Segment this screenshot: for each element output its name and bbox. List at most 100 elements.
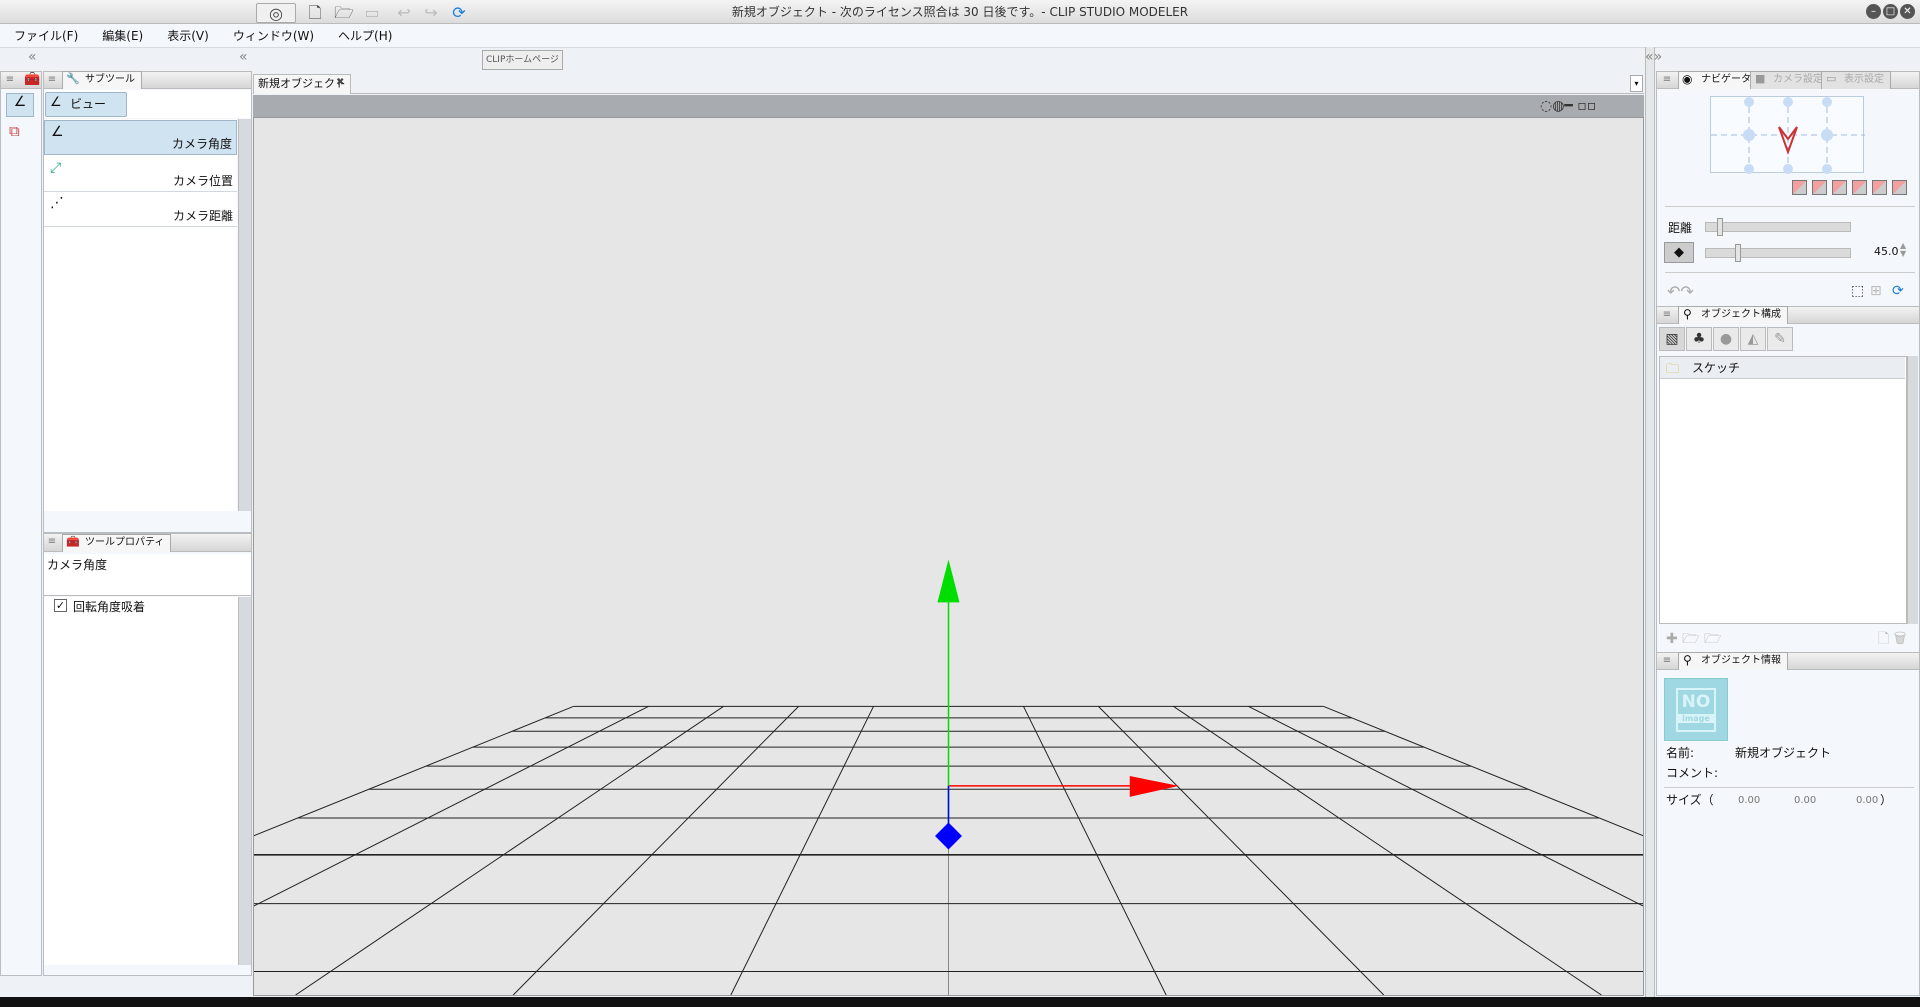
tool-property-scrollbar[interactable] <box>238 597 251 965</box>
divider <box>1665 272 1915 273</box>
view-front-button[interactable] <box>1792 180 1807 195</box>
view-left-button[interactable] <box>1832 180 1847 195</box>
reset-camera-icon[interactable]: ⟳ <box>448 3 470 23</box>
view-right-button[interactable] <box>1852 180 1867 195</box>
tool-property-icon: 🧰 <box>66 535 80 548</box>
object-tool-icon[interactable]: ⧉ <box>9 122 20 140</box>
panel-menu-icon[interactable]: ≡ <box>1660 73 1674 87</box>
grid-line-depth <box>1023 706 1166 995</box>
save-icon[interactable]: ▭ <box>361 3 383 23</box>
menu-view[interactable]: 表示(V) <box>165 27 211 44</box>
divider <box>1664 787 1914 788</box>
collapse-left-icon[interactable]: « <box>28 49 37 65</box>
subtool-item-camera-angle[interactable]: ∠ カメラ角度 <box>44 120 237 155</box>
fit-view-icon[interactable]: ⬚ <box>1851 283 1864 299</box>
tab-object-info[interactable]: オブジェクト情報 <box>1678 652 1788 670</box>
minimize-button[interactable]: – <box>1866 4 1881 19</box>
no-image-text: NO <box>1681 692 1711 712</box>
rotation-snap-label: 回転角度吸着 <box>73 600 146 614</box>
grid-line-depth <box>254 706 574 835</box>
menu-edit[interactable]: 編集(E) <box>100 27 145 44</box>
object-delete-icons[interactable]: 🗋 🗑 <box>1878 628 1906 652</box>
sketch-icon[interactable]: ▧ <box>1659 327 1685 351</box>
angle-value[interactable]: 45.0 <box>1874 245 1899 258</box>
distance-slider[interactable] <box>1705 218 1851 236</box>
angle-slider-thumb[interactable] <box>1735 244 1741 262</box>
object-list-actions[interactable]: ✚ 🗁 🗁 <box>1666 628 1721 652</box>
perspective-button[interactable]: ◆ <box>1664 242 1694 263</box>
tab-list-dropdown[interactable]: ▾ <box>1630 75 1643 92</box>
angle-slider[interactable] <box>1705 244 1851 262</box>
panel-menu-icon[interactable]: ≡ <box>1660 308 1674 322</box>
subtool-scrollbar[interactable] <box>238 119 251 511</box>
object-item-sketch[interactable]: スケッチ <box>1660 357 1905 379</box>
name-value[interactable]: 新規オブジェクト <box>1735 744 1831 761</box>
open-folder-icon[interactable]: 🗁 <box>333 3 355 23</box>
light-icon[interactable]: ◭ <box>1740 327 1766 351</box>
camera-angle-icon: ∠ <box>50 95 62 110</box>
x-axis-arrow[interactable] <box>1129 776 1179 797</box>
new-file-icon[interactable]: 🗋 <box>304 3 326 23</box>
grid-line-depth <box>513 706 798 995</box>
camera-angle-icon: ∠ <box>51 124 64 140</box>
navigator-preview[interactable] <box>1710 96 1865 174</box>
view-tool-icon[interactable]: ∠ <box>6 93 34 117</box>
menu-file[interactable]: ファイル(F) <box>12 27 80 44</box>
tree-icon[interactable]: ♣ <box>1686 327 1712 351</box>
view-top-button[interactable] <box>1872 180 1887 195</box>
origin-handle[interactable] <box>935 822 962 850</box>
grid-line-depth <box>296 706 724 995</box>
sphere-icon[interactable]: ● <box>1713 327 1739 351</box>
camera-position-icon: ⤢ <box>50 160 62 176</box>
clip-homepage-button[interactable]: CLIPホームページ <box>482 50 563 70</box>
clip-studio-button[interactable]: ◎ <box>256 3 296 23</box>
menu-window[interactable]: ウィンドウ(W) <box>231 27 316 44</box>
size-label: サイズ（ <box>1666 793 1714 807</box>
maximize-button[interactable]: □ <box>1883 4 1898 19</box>
undo-icon[interactable]: ↩ <box>393 3 415 23</box>
viewport-mode-icons[interactable]: ◌◍━ ▫▫ <box>1540 98 1596 114</box>
close-tab-icon[interactable]: ✖ <box>336 77 344 88</box>
view-bottom-button[interactable] <box>1892 180 1907 195</box>
rotation-snap-checkbox[interactable]: ✓ <box>54 599 67 612</box>
view-preset-cubes <box>1792 180 1907 195</box>
folder-icon: 🗀 <box>1666 362 1680 377</box>
reset-camera-icon[interactable]: ⟳ <box>1892 283 1904 299</box>
grid-line-depth <box>254 706 649 906</box>
name-label: 名前: <box>1666 746 1695 760</box>
grid-line-depth <box>731 706 874 995</box>
view-back-button[interactable] <box>1812 180 1827 195</box>
subtool-item-camera-position[interactable]: ⤢ カメラ位置 <box>44 157 237 192</box>
panel-menu-icon[interactable]: ≡ <box>45 535 59 549</box>
menu-help[interactable]: ヘルプ(H) <box>336 27 394 44</box>
collapse-subtool-icon[interactable]: « <box>239 49 248 65</box>
splitter <box>1645 47 1655 997</box>
comment-label: コメント: <box>1666 766 1719 780</box>
panel-menu-icon[interactable]: ≡ <box>3 73 17 87</box>
close-button[interactable]: ✕ <box>1900 4 1915 19</box>
subtool-item-camera-distance[interactable]: ⋰ カメラ距離 <box>44 192 237 227</box>
subtool-item-label: カメラ距離 <box>172 209 233 223</box>
camera-undo-redo-icons[interactable]: ↶↷ <box>1667 282 1694 301</box>
distance-slider-thumb[interactable] <box>1717 218 1723 236</box>
y-axis-arrow[interactable] <box>937 559 960 603</box>
subtool-item-label: カメラ位置 <box>172 174 233 188</box>
toolbar <box>0 47 1920 72</box>
grid-line-depth <box>1323 706 1643 835</box>
panel-menu-icon[interactable]: ≡ <box>45 73 59 87</box>
camera-icon: ■ <box>1755 72 1766 85</box>
panel-menu-icon[interactable]: ≡ <box>1660 654 1674 668</box>
3d-viewport[interactable] <box>253 117 1644 996</box>
expand-right-icon[interactable]: «» <box>1645 49 1662 65</box>
tab-object-composition[interactable]: オブジェクト構成 <box>1678 306 1788 324</box>
viewport-header <box>253 95 1644 117</box>
redo-icon[interactable]: ↪ <box>420 3 442 23</box>
size-y: 0.00 <box>1794 795 1817 806</box>
menu-bar: ファイル(F) 編集(E) 表示(V) ウィンドウ(W) ヘルプ(H) <box>0 24 1920 47</box>
angle-spinner[interactable]: ▲ ▼ <box>1900 242 1906 258</box>
center-view-icon[interactable]: ⊞ <box>1870 283 1882 299</box>
person-info-icon: ⚲ <box>1683 653 1692 667</box>
object-list-scrollbar[interactable] <box>1907 356 1918 624</box>
pen-icon[interactable]: ✎ <box>1767 327 1793 351</box>
size-close: ） <box>1880 793 1893 807</box>
